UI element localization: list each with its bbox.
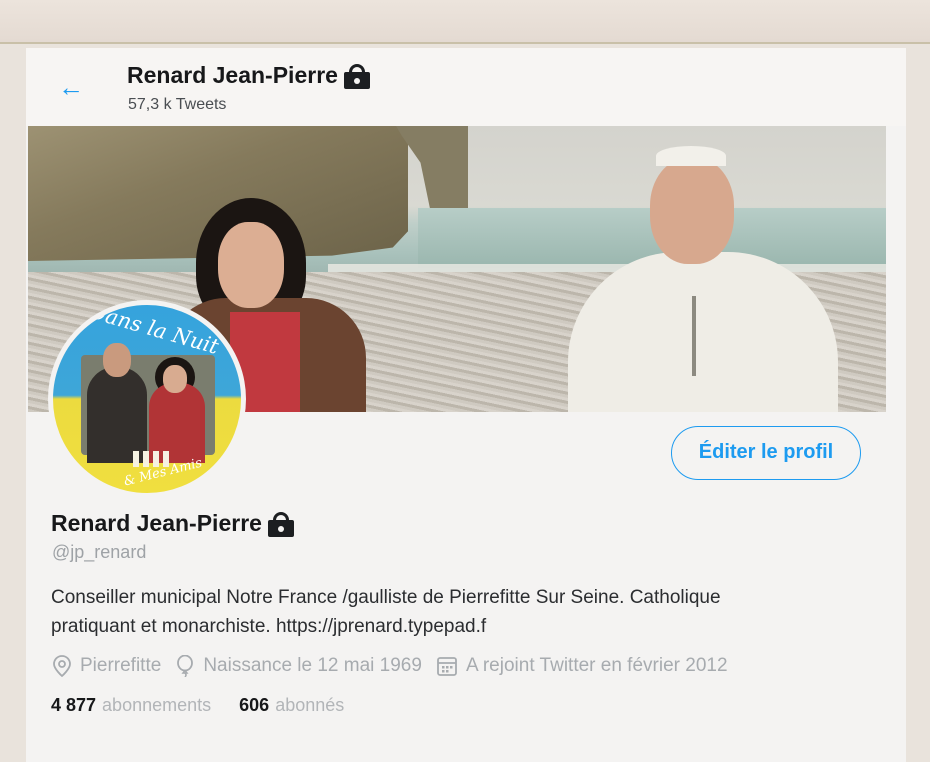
avatar[interactable]: Dans la Nuit & Mes Amis: [48, 300, 246, 498]
monitor-bezel: [0, 0, 930, 44]
profile-name-text: Renard Jean-Pierre: [51, 510, 262, 536]
joined-text: A rejoint Twitter en février 2012: [465, 655, 728, 676]
follow-counts: 4 877 abonnements 606 abonnés: [51, 695, 372, 716]
birthday-text: Naissance le 12 mai 1969: [203, 655, 422, 676]
followers-count[interactable]: 606: [239, 695, 269, 716]
calendar-icon: [437, 657, 457, 676]
profile-meta: Pierrefitte Naissance le 12 mai 1969 A r…: [52, 653, 742, 679]
location-text: Pierrefitte: [80, 655, 162, 676]
followers-label[interactable]: abonnés: [275, 695, 344, 716]
bio-line-2[interactable]: pratiquant et monarchiste. https://jpren…: [51, 612, 871, 641]
back-button[interactable]: ←: [54, 70, 88, 104]
banner-pope: [568, 146, 838, 412]
profile-name: Renard Jean-Pierre: [51, 510, 294, 537]
edit-profile-button[interactable]: Éditer le profil: [671, 426, 861, 480]
header-name-text: Renard Jean-Pierre: [127, 62, 338, 88]
bio-line-1: Conseiller municipal Notre France /gaull…: [51, 587, 721, 608]
following-label[interactable]: abonnements: [102, 695, 211, 716]
birthday-item: Naissance le 12 mai 1969: [175, 655, 422, 677]
profile-bio: Conseiller municipal Notre France /gaull…: [51, 583, 871, 641]
profile-header: ← Renard Jean-Pierre 57,3 k Tweets: [26, 48, 906, 126]
location-pin-icon: [53, 655, 71, 677]
header-name: Renard Jean-Pierre: [127, 62, 370, 89]
lock-icon: [343, 63, 370, 89]
balloon-icon: [177, 655, 194, 677]
joined-item: A rejoint Twitter en février 2012: [436, 655, 728, 677]
location-item: Pierrefitte: [52, 655, 161, 677]
following-count[interactable]: 4 877: [51, 695, 96, 716]
lock-icon: [267, 511, 294, 537]
profile-page: ← Renard Jean-Pierre 57,3 k Tweets Dans …: [26, 48, 906, 762]
arrow-left-icon: ←: [58, 72, 84, 102]
tweet-count: 57,3 k Tweets: [128, 96, 227, 113]
profile-handle: @jp_renard: [52, 542, 147, 562]
